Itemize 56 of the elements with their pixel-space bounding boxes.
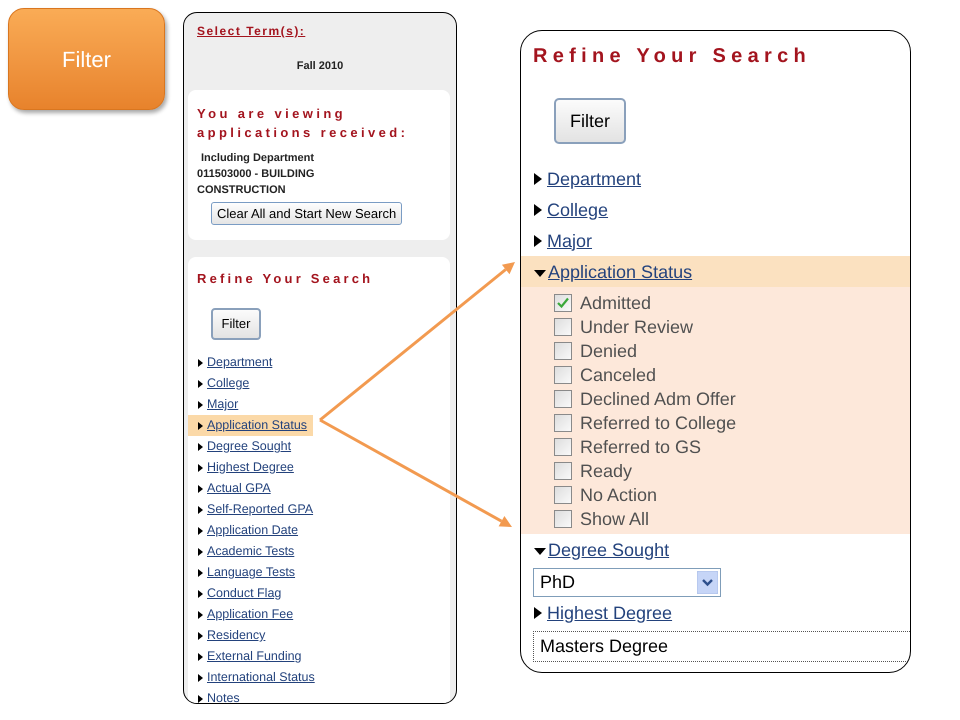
checkbox-label: No Action [580, 484, 658, 506]
checkbox-label: Declined Adm Offer [580, 388, 736, 410]
filter-link[interactable]: External Funding [198, 649, 302, 664]
checkbox-label: Referred to College [580, 412, 736, 434]
degree-select[interactable]: PhD [533, 568, 721, 597]
filter-link[interactable]: Application Status [534, 260, 692, 282]
checkbox-label: Denied [580, 340, 638, 362]
filter-link[interactable]: College [198, 376, 250, 391]
filter-link[interactable]: Academic Tests [198, 544, 294, 559]
term-text: Fall 2010 [296, 59, 344, 73]
section-heading: You are viewing applications received: [197, 105, 410, 142]
filter-link[interactable]: Major [198, 397, 238, 412]
section-heading: Select Term(s): [197, 24, 306, 38]
checkbox-label: Referred to GS [580, 436, 702, 458]
filter-link[interactable]: Conduct Flag [198, 586, 282, 601]
filter-link[interactable]: Major [534, 230, 592, 252]
clear-search-button[interactable]: Clear All and Start New Search [211, 202, 402, 225]
filter-button[interactable]: Filter [554, 98, 626, 144]
checkbox-label: Canceled [580, 364, 656, 386]
checkbox[interactable] [554, 366, 572, 384]
checkbox[interactable] [554, 438, 572, 456]
checkbox-label: Admitted [580, 292, 652, 314]
section-heading: Refine Your Search [533, 44, 812, 69]
filter-link[interactable]: Department [198, 355, 272, 370]
checkbox-label: Show All [580, 508, 650, 530]
department-text: 011503000 - BUILDING CONSTRUCTION [197, 167, 316, 198]
filter-link[interactable]: Self-Reported GPA [198, 502, 314, 517]
filter-link[interactable]: College [534, 198, 608, 220]
filter-link[interactable]: Notes [198, 691, 240, 703]
filter-button[interactable]: Filter [211, 308, 261, 340]
filter-link[interactable]: Application Fee [198, 607, 294, 622]
filter-link[interactable]: Application Status [198, 418, 308, 433]
filter-link[interactable]: International Status [198, 670, 315, 685]
checkbox[interactable] [554, 414, 572, 432]
text-field[interactable]: Masters Degree [533, 631, 910, 662]
checkbox[interactable] [554, 342, 572, 360]
filter-link[interactable]: Department [534, 168, 642, 190]
checkbox-label: Under Review [580, 316, 694, 338]
filter-link[interactable]: Residency [198, 628, 266, 643]
checkbox[interactable] [554, 486, 572, 504]
section-heading: Refine Your Search [197, 270, 374, 288]
filter-link[interactable]: Application Date [198, 523, 298, 538]
scope-text: Including Department [200, 151, 314, 166]
filter-link[interactable]: Degree Sought [534, 538, 670, 560]
filter-link[interactable]: Highest Degree [198, 460, 294, 475]
filter-link[interactable]: Highest Degree [534, 602, 672, 624]
checkbox[interactable] [554, 294, 572, 312]
chevron-down-icon [697, 571, 718, 594]
filter-link[interactable]: Language Tests [198, 565, 296, 580]
checkbox[interactable] [554, 510, 572, 528]
filter-link[interactable]: Degree Sought [198, 439, 292, 454]
checkbox[interactable] [554, 390, 572, 408]
filter-link[interactable]: Actual GPA [198, 481, 271, 496]
checkbox[interactable] [554, 318, 572, 336]
checkbox-label: Ready [580, 460, 632, 482]
checkbox[interactable] [554, 462, 572, 480]
